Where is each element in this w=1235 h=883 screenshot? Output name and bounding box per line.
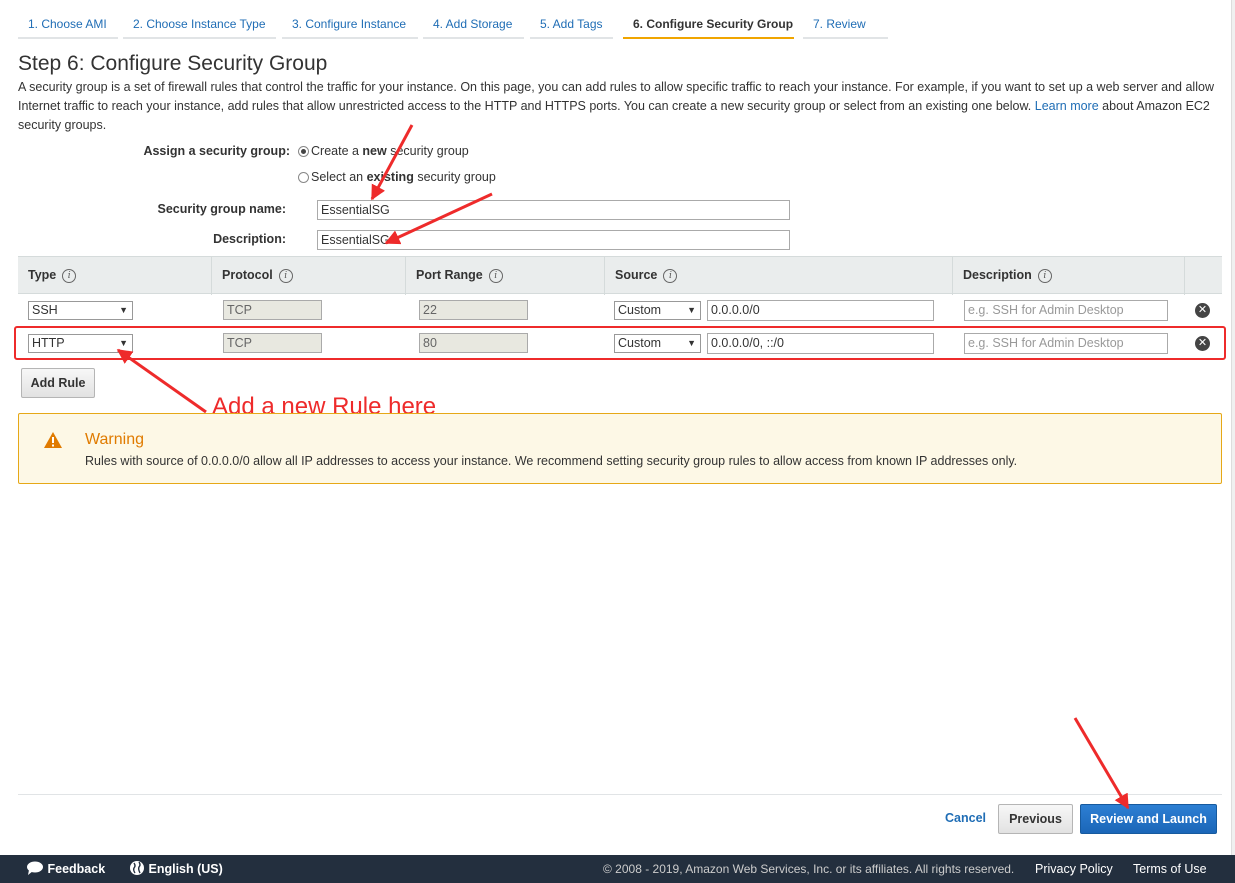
info-icon[interactable]: i: [1037, 269, 1052, 283]
assign-security-group-label: Assign a security group:: [143, 144, 290, 158]
info-icon[interactable]: i: [663, 269, 678, 283]
warning-panel: Warning Rules with source of 0.0.0.0/0 a…: [18, 413, 1222, 484]
security-group-name-input[interactable]: EssentialSG: [317, 200, 790, 220]
language-selector[interactable]: English (US): [129, 855, 223, 883]
cancel-button[interactable]: Cancel: [945, 811, 986, 825]
tab-add-storage[interactable]: 4. Add Storage: [423, 12, 524, 39]
radio-existing-bold: existing: [366, 170, 414, 184]
warning-text: Rules with source of 0.0.0.0/0 allow all…: [85, 454, 1018, 468]
tab-configure-instance[interactable]: 3. Configure Instance: [282, 12, 418, 39]
annotation-highlight-box: [14, 326, 1226, 360]
arrow-to-name-input: [370, 124, 414, 201]
footer: Feedback English (US) © 2008 - 2019, Ama…: [0, 855, 1235, 883]
learn-more-link[interactable]: Learn more: [1035, 99, 1099, 113]
intro-text: A security group is a set of firewall ru…: [18, 78, 1218, 135]
tab-add-tags[interactable]: 5. Add Tags: [530, 12, 613, 39]
info-icon[interactable]: i: [62, 269, 77, 283]
privacy-policy-link[interactable]: Privacy Policy: [1035, 855, 1113, 883]
radio-existing-pre: Select an: [311, 170, 367, 184]
info-icon[interactable]: i: [488, 269, 503, 283]
rule-source-mode: Custom: [618, 303, 662, 317]
remove-rule-icon[interactable]: ✕: [1195, 303, 1210, 318]
rule-description-input[interactable]: e.g. SSH for Admin Desktop: [964, 300, 1168, 321]
tab-choose-instance-type[interactable]: 2. Choose Instance Type: [123, 12, 276, 39]
radio-select-existing-label: Select an existing security group: [311, 170, 496, 184]
tab-configure-security-group[interactable]: 6. Configure Security Group: [623, 12, 794, 39]
dropdown-arrow-icon: ▼: [119, 305, 128, 315]
security-group-name-label: Security group name:: [157, 202, 287, 216]
rule-protocol: TCP: [223, 300, 322, 320]
warning-icon: [44, 432, 62, 448]
col-source-label: Source: [615, 268, 658, 282]
previous-button[interactable]: Previous: [998, 804, 1073, 834]
radio-new-pre: Create a: [311, 144, 363, 158]
description-input[interactable]: EssentialSG: [317, 230, 790, 250]
col-source: Source i: [604, 257, 952, 295]
review-and-launch-button[interactable]: Review and Launch: [1080, 804, 1217, 834]
col-type-label: Type: [28, 268, 57, 282]
table-row: SSH ▼ TCP 22 Custom ▼ 0.0.0.0/0 e.g. SSH f…: [18, 294, 1222, 327]
col-remove: [1184, 257, 1222, 295]
rule-port-range: 22: [419, 300, 528, 320]
radio-existing-post: security group: [413, 170, 496, 184]
radio-select-existing-dot[interactable]: [298, 171, 309, 183]
radio-create-new-dot[interactable]: [298, 145, 309, 157]
col-port-range-label: Port Range: [416, 268, 483, 282]
rule-source-select[interactable]: Custom ▼: [614, 301, 701, 320]
feedback-label: Feedback: [47, 862, 106, 876]
col-type: Type i: [18, 257, 211, 295]
add-rule-button[interactable]: Add Rule: [21, 368, 95, 398]
col-protocol-label: Protocol: [222, 268, 273, 282]
rule-type-select[interactable]: SSH ▼: [28, 301, 133, 320]
language-label: English (US): [148, 862, 223, 876]
rule-type-value: SSH: [32, 303, 58, 317]
speech-bubble-icon: [27, 861, 43, 875]
radio-create-new[interactable]: Create a new security group: [298, 144, 469, 158]
description-label: Description:: [213, 232, 286, 246]
bottom-divider: [18, 794, 1222, 795]
terms-of-use-link[interactable]: Terms of Use: [1133, 855, 1207, 883]
col-protocol: Protocol i: [211, 257, 405, 295]
radio-new-bold: new: [362, 144, 387, 158]
page-scrollbar[interactable]: [1231, 0, 1235, 855]
rule-source-input[interactable]: 0.0.0.0/0: [707, 300, 934, 321]
col-port-range: Port Range i: [405, 257, 604, 295]
radio-new-post: security group: [386, 144, 469, 158]
copyright-text: © 2008 - 2019, Amazon Web Services, Inc.…: [603, 862, 1015, 876]
page-title: Step 6: Configure Security Group: [18, 52, 328, 75]
radio-create-new-label: Create a new security group: [311, 144, 469, 158]
tab-review[interactable]: 7. Review: [803, 12, 888, 39]
globe-icon: [130, 861, 144, 875]
rules-table-header: Type i Protocol i Port Range i Source i Desc…: [18, 256, 1222, 295]
radio-select-existing[interactable]: Select an existing security group: [298, 170, 496, 184]
dropdown-arrow-icon: ▼: [687, 305, 696, 315]
warning-title: Warning: [85, 431, 144, 448]
col-description: Description i: [952, 257, 1184, 295]
tab-choose-ami[interactable]: 1. Choose AMI: [18, 12, 118, 39]
col-description-label: Description: [963, 268, 1032, 282]
feedback-link[interactable]: Feedback: [26, 855, 105, 883]
info-icon[interactable]: i: [278, 269, 293, 283]
